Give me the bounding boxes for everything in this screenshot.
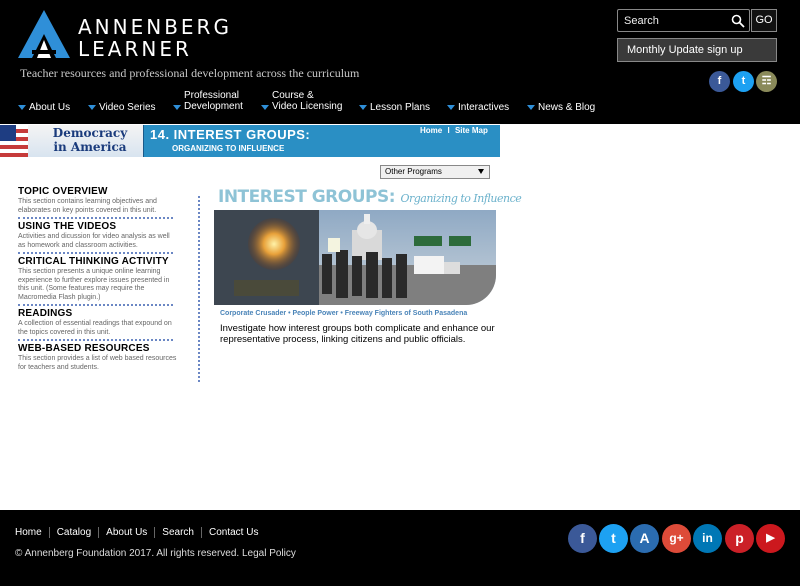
program-logo[interactable]: Democracy in America <box>0 125 144 157</box>
other-programs-select[interactable]: Other Programs <box>380 165 490 179</box>
home-link[interactable]: Home <box>420 126 442 135</box>
critical-thinking-activity-link[interactable]: CRITICAL THINKING ACTIVITY <box>18 256 178 267</box>
topic-description: Activities and dicussion for video analy… <box>18 233 170 249</box>
search-box <box>617 9 750 32</box>
nav-news-blog[interactable]: News & Blog <box>527 102 595 113</box>
divider <box>18 252 173 254</box>
brand-name-line1: ANNENBERG <box>78 15 232 39</box>
topic-description: This section provides a list of web base… <box>18 355 177 371</box>
chevron-down-icon <box>173 105 181 110</box>
brand-name[interactable]: ANNENBERG LEARNER <box>78 16 232 60</box>
topic-item: READINGS A collection of essential readi… <box>18 308 178 341</box>
site-footer: Home Catalog About Us Search Contact Us © An… <box>0 510 800 586</box>
unit-subtitle: ORGANIZING TO INFLUENCE <box>172 144 285 153</box>
youtube-icon[interactable]: ▶ <box>756 524 785 553</box>
copyright: © Annenberg Foundation 2017. All rights … <box>15 548 296 559</box>
topic-item: TOPIC OVERVIEW This section contains lea… <box>18 186 178 219</box>
site-header: ANNENBERG LEARNER Teacher resources and … <box>0 0 800 124</box>
chevron-down-icon <box>359 105 367 110</box>
main-title: INTEREST GROUPS: Organizing to Influence <box>218 187 522 207</box>
divider <box>18 304 173 306</box>
search-go-button[interactable]: GO <box>751 9 777 32</box>
annenberg-logo-icon[interactable] <box>18 10 70 58</box>
linkedin-icon[interactable]: in <box>693 524 722 553</box>
search-input[interactable] <box>624 13 729 29</box>
unit-title: 14. INTEREST GROUPS: <box>150 127 311 142</box>
nav-course-video-licensing[interactable]: Course & Video Licensing <box>261 90 342 112</box>
cart-icon[interactable]: ☶ <box>756 71 777 92</box>
program-banner: Democracy in America 14. INTEREST GROUPS… <box>0 125 500 157</box>
footer-catalog-link[interactable]: Catalog <box>48 527 99 538</box>
twitter-icon[interactable]: t <box>733 71 754 92</box>
tagline: Teacher resources and professional devel… <box>20 66 360 80</box>
site-map-link[interactable]: Site Map <box>455 126 488 135</box>
topic-description: This section contains learning objective… <box>18 198 157 214</box>
divider <box>18 217 173 219</box>
brand-name-line2: LEARNER <box>78 37 192 61</box>
web-based-resources-link[interactable]: WEB-BASED RESOURCES <box>18 343 178 354</box>
footer-about-us-link[interactable]: About Us <box>98 527 155 538</box>
topic-item: USING THE VIDEOS Activities and dicussio… <box>18 221 178 254</box>
main-nav: About Us Video Series Professional Devel… <box>0 88 600 118</box>
topic-item: WEB-BASED RESOURCES This section provide… <box>18 343 178 376</box>
nav-video-series[interactable]: Video Series <box>88 102 156 113</box>
footer-links: Home Catalog About Us Search Contact Us <box>15 527 266 538</box>
footer-contact-us-link[interactable]: Contact Us <box>200 527 266 538</box>
unit-photo <box>214 210 496 305</box>
annenberg-icon[interactable]: A <box>630 524 659 553</box>
divider <box>18 339 173 341</box>
nav-professional-development[interactable]: Professional Development <box>173 90 243 112</box>
nav-lesson-plans[interactable]: Lesson Plans <box>359 102 430 113</box>
facebook-icon[interactable]: f <box>568 524 597 553</box>
chevron-down-icon <box>478 169 484 174</box>
chevron-down-icon <box>18 105 26 110</box>
chevron-down-icon <box>88 105 96 110</box>
search-icon[interactable] <box>731 14 745 28</box>
vertical-divider <box>198 196 200 382</box>
topic-list: TOPIC OVERVIEW This section contains lea… <box>18 186 178 378</box>
topic-description: A collection of essential readings that … <box>18 320 172 336</box>
twitter-icon[interactable]: t <box>599 524 628 553</box>
topic-overview-link[interactable]: TOPIC OVERVIEW <box>18 186 178 197</box>
topic-description: This section presents a unique online le… <box>18 268 170 301</box>
flag-canton <box>0 125 16 141</box>
link-separator: l <box>447 126 450 135</box>
using-the-videos-link[interactable]: USING THE VIDEOS <box>18 221 178 232</box>
chevron-down-icon <box>447 105 455 110</box>
footer-search-link[interactable]: Search <box>154 527 201 538</box>
chevron-down-icon <box>527 105 535 110</box>
nav-interactives[interactable]: Interactives <box>447 102 509 113</box>
topic-item: CRITICAL THINKING ACTIVITY This section … <box>18 256 178 306</box>
monthly-update-signup-button[interactable]: Monthly Update sign up <box>617 38 777 62</box>
readings-link[interactable]: READINGS <box>18 308 178 319</box>
chevron-down-icon <box>261 105 269 110</box>
facebook-icon[interactable]: f <box>709 71 730 92</box>
google-plus-icon[interactable]: g+ <box>662 524 691 553</box>
banner-links: Home l Site Map <box>420 126 488 135</box>
video-captions: Corporate Crusader • People Power • Free… <box>220 310 468 317</box>
program-name: Democracy in America <box>52 126 128 154</box>
pinterest-icon[interactable]: p <box>725 524 754 553</box>
footer-home-link[interactable]: Home <box>15 527 49 538</box>
unit-description: Investigate how interest groups both com… <box>220 323 495 345</box>
nav-about-us[interactable]: About Us <box>18 102 70 113</box>
